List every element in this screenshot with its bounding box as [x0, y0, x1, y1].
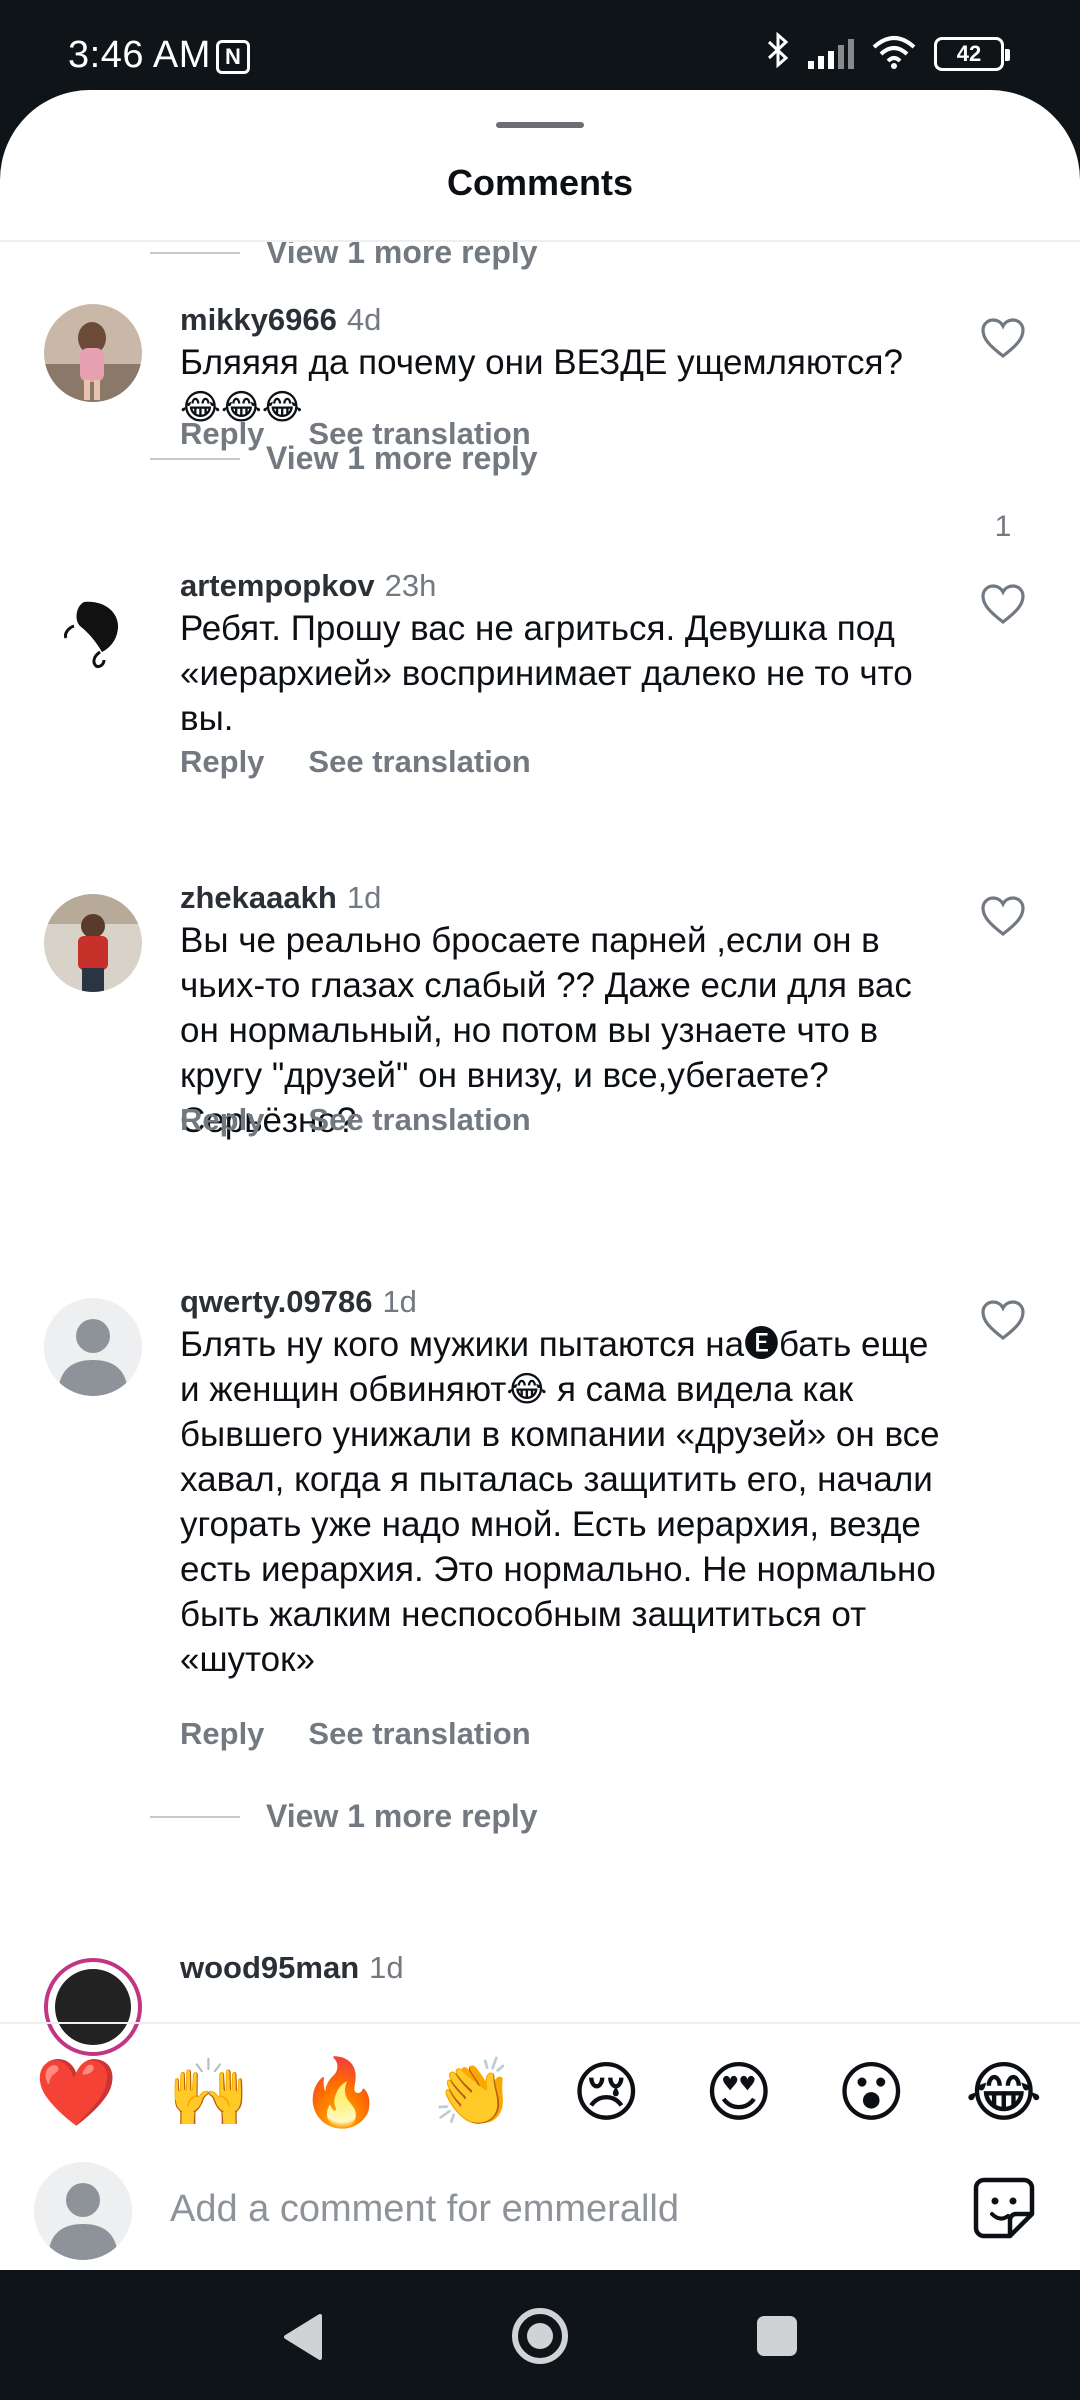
status-time: 3:46 AM — [68, 34, 211, 76]
view-more-label: View 1 more reply — [266, 1798, 538, 1834]
comment-composer — [0, 2150, 1080, 2270]
comments-sheet: Comments View 1 more reply mikky6966 4d — [0, 90, 1080, 2270]
see-translation-button[interactable]: See translation — [308, 1102, 530, 1138]
avatar[interactable] — [44, 304, 142, 402]
divider-line — [150, 251, 240, 254]
comment-header: artempopkov 23h — [180, 568, 436, 604]
comment-text: Ребят. Прошу вас не агриться. Девушка по… — [180, 609, 913, 738]
comment-actions: Reply See translation — [180, 1716, 531, 1752]
see-translation-button[interactable]: See translation — [308, 1716, 530, 1752]
view-more-label: View 1 more reply — [266, 242, 538, 270]
reply-button[interactable]: Reply — [180, 1716, 264, 1752]
view-more-replies-button[interactable]: View 1 more reply — [150, 440, 538, 477]
comment-header: mikky6966 4d — [180, 302, 381, 338]
comment-username[interactable]: artempopkov — [180, 568, 375, 603]
comment-time: 4d — [346, 302, 382, 337]
comment-text: Блять ну кого мужики пытаются на🅔бать ещ… — [180, 1325, 940, 1679]
view-more-replies-button[interactable]: View 1 more reply — [150, 1798, 538, 1835]
comment-actions: Reply See translation — [180, 744, 531, 780]
default-avatar-icon — [34, 2162, 132, 2260]
comment-time: 1d — [346, 880, 382, 915]
heart-icon[interactable] — [980, 316, 1026, 362]
nfc-icon: N — [216, 40, 250, 74]
like-count: 1 — [994, 510, 1012, 543]
reply-button[interactable]: Reply — [180, 744, 264, 780]
avatar[interactable] — [44, 1298, 142, 1396]
status-icons: 42 — [766, 31, 1010, 77]
reply-button[interactable]: Reply — [180, 1102, 264, 1138]
comment-time: 23h — [384, 568, 437, 603]
reaction-raised-hands[interactable]: 🙌 — [154, 2048, 264, 2136]
wifi-icon — [872, 35, 916, 74]
comment-actions: Reply See translation — [180, 1102, 531, 1138]
system-navigation-bar — [0, 2270, 1080, 2400]
view-more-label: View 1 more reply — [266, 440, 538, 476]
avatar[interactable] — [44, 1958, 142, 2056]
sticker-icon[interactable] — [972, 2176, 1036, 2240]
comment-time: 1d — [382, 1284, 417, 1319]
reaction-fire[interactable]: 🔥 — [286, 2048, 396, 2136]
see-translation-button[interactable]: See translation — [308, 744, 530, 780]
home-icon[interactable] — [512, 2308, 568, 2364]
comment-header: wood95man 1d — [180, 1950, 404, 1986]
heart-icon[interactable] — [980, 1298, 1026, 1344]
back-icon[interactable] — [280, 2312, 328, 2362]
divider-line — [150, 1815, 240, 1818]
drag-handle[interactable] — [496, 122, 584, 128]
comment-input[interactable] — [170, 2188, 910, 2231]
reaction-heart-eyes[interactable]: 😍 — [684, 2048, 794, 2136]
comment-time: 1d — [369, 1950, 404, 1985]
sheet-title: Comments — [446, 162, 634, 203]
view-more-replies-button[interactable]: View 1 more reply — [150, 242, 538, 271]
avatar[interactable] — [44, 894, 142, 992]
heart-icon[interactable] — [980, 582, 1026, 628]
comment-header: zhekaaakh 1d — [180, 880, 381, 916]
heart-icon[interactable] — [980, 894, 1026, 940]
default-avatar-icon — [44, 1298, 142, 1396]
signal-icon — [808, 39, 854, 69]
comment-username[interactable]: wood95man — [180, 1950, 359, 1985]
avatar[interactable] — [44, 582, 142, 680]
comment-username[interactable]: zhekaaakh — [180, 880, 337, 915]
reaction-wow[interactable]: 😮 — [816, 2048, 926, 2136]
comment-username[interactable]: mikky6966 — [180, 302, 337, 337]
divider-line — [150, 457, 240, 460]
battery-icon: 42 — [934, 37, 1010, 71]
comment-header: qwerty.09786 1d — [180, 1284, 417, 1320]
comment-username[interactable]: qwerty.09786 — [180, 1284, 372, 1319]
recent-apps-icon[interactable] — [757, 2316, 797, 2356]
bottom-divider — [0, 2022, 1080, 2024]
reaction-row: ❤️ 🙌 🔥 👏 😢 😍 😮 😂 — [0, 2048, 1080, 2136]
my-avatar — [34, 2162, 132, 2260]
bluetooth-icon — [766, 31, 790, 77]
reaction-clap[interactable]: 👏 — [419, 2048, 529, 2136]
reaction-heart[interactable]: ❤️ — [21, 2048, 131, 2136]
reaction-laughing[interactable]: 😂 — [949, 2048, 1059, 2136]
reaction-crying[interactable]: 😢 — [551, 2048, 661, 2136]
comment-list[interactable]: View 1 more reply mikky6966 4d Бляяяя да … — [0, 242, 1080, 2112]
